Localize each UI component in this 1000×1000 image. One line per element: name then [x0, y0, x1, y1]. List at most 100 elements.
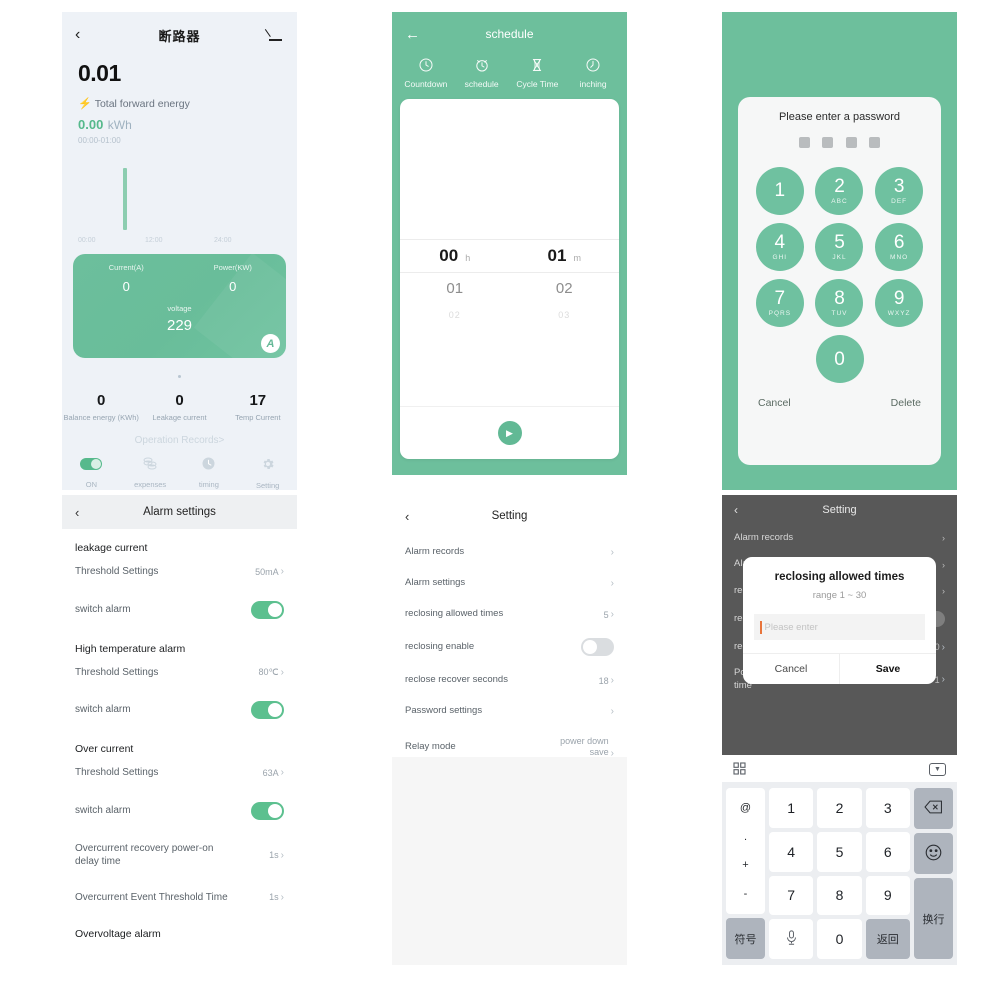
row-label: Relay mode: [405, 740, 456, 752]
tab-label: Setting: [255, 481, 280, 490]
tab-timing[interactable]: timing: [180, 457, 239, 490]
symbol-stack-key[interactable]: @ . + -: [726, 788, 765, 914]
row-leakage-threshold[interactable]: Threshold Settings 50mA ›: [62, 554, 297, 590]
current-value: 0: [122, 279, 130, 294]
picker-selected-row[interactable]: 00 h 01 m: [400, 239, 619, 273]
keypad-row: 7 PQRS 8 TUV 9 WXYZ: [750, 279, 929, 327]
password-dot: [845, 137, 857, 148]
password-dots: [750, 135, 929, 153]
operation-records-link[interactable]: Operation Records>: [62, 435, 297, 446]
tab-inching[interactable]: inching: [565, 58, 621, 89]
live-metrics-card[interactable]: Current(A) 0 Power(KW) 0 voltage 229 A: [73, 254, 286, 358]
tab-schedule[interactable]: schedule: [454, 58, 510, 89]
symbol-minus[interactable]: -: [744, 888, 748, 900]
row-value-wrap: 50mA ›: [255, 566, 284, 577]
key-1[interactable]: 1: [755, 167, 804, 215]
setting-row-reclosing-allowed-times[interactable]: reclosing allowed times 5 ›: [392, 599, 627, 630]
return-key[interactable]: 返回: [865, 919, 910, 959]
row-label: Threshold Settings: [75, 666, 159, 678]
cancel-button[interactable]: Cancel: [743, 654, 839, 684]
emoji-key[interactable]: [914, 833, 953, 874]
tab-label: timing: [198, 480, 219, 489]
setting-row-password-settings[interactable]: Password settings ›: [392, 696, 627, 727]
row-label: Overcurrent recovery power-on delay time: [75, 842, 214, 868]
device-detail-screen: ‹ 断路器 0.01 ⚡ Total forward energy 0.00 k…: [62, 12, 297, 490]
delete-button[interactable]: Delete: [891, 397, 921, 409]
row-overcurrent-threshold[interactable]: Threshold Settings 63A ›: [62, 755, 297, 791]
chevron-right-icon: ›: [280, 666, 284, 678]
key-8[interactable]: 8 TUV: [815, 279, 864, 327]
chevron-right-icon: ›: [610, 577, 614, 589]
key-7[interactable]: 7 PQRS: [755, 279, 804, 327]
space-key[interactable]: [769, 919, 814, 959]
key-4[interactable]: 4: [769, 831, 814, 872]
key-6[interactable]: 6 MNO: [875, 223, 924, 271]
keypad-row: 4 GHI 5 JKL 6 MNO: [750, 223, 929, 271]
setting-row-alarm-settings[interactable]: Alarm settings ›: [392, 568, 627, 599]
row-leakage-switch[interactable]: switch alarm: [62, 590, 297, 630]
dialog-input-wrap[interactable]: Please enter: [754, 614, 925, 640]
row-temp-threshold[interactable]: Threshold Settings 80℃ ›: [62, 655, 297, 691]
picker-next-row[interactable]: 01 02: [400, 273, 619, 303]
cancel-button[interactable]: Cancel: [758, 397, 791, 409]
tab-countdown[interactable]: Countdown: [398, 58, 454, 89]
grid-icon[interactable]: [733, 761, 746, 778]
tab-setting[interactable]: Setting: [238, 457, 297, 490]
key-9[interactable]: 9 WXYZ: [875, 279, 924, 327]
key-5[interactable]: 5: [817, 831, 862, 872]
tab-on[interactable]: ON: [62, 457, 121, 490]
time-picker[interactable]: 00 h 01 m 01 02 02 03: [400, 239, 619, 327]
key-3[interactable]: 3: [865, 788, 910, 828]
tab-label: expenses: [134, 480, 167, 489]
key-9[interactable]: 9: [865, 875, 910, 916]
keypad-actions: Cancel Delete: [750, 391, 929, 409]
chevron-down-box-icon[interactable]: ▼: [929, 763, 946, 776]
keypad-row: 0: [750, 335, 929, 383]
pencil-icon[interactable]: [264, 22, 284, 43]
key-4[interactable]: 4 GHI: [755, 223, 804, 271]
symbol-plus[interactable]: +: [742, 859, 748, 871]
switch-toggle[interactable]: [251, 701, 284, 719]
key-1[interactable]: 1: [769, 788, 814, 828]
setting-screen: ‹ Setting Alarm records › Alarm settings…: [392, 495, 627, 965]
key-2[interactable]: 2 ABC: [815, 167, 864, 215]
tab-cycle-time[interactable]: Cycle Time: [510, 58, 566, 89]
symbol-dot[interactable]: .: [744, 831, 747, 843]
key-7[interactable]: 7: [769, 875, 814, 916]
setting-row-reclose-recover-seconds[interactable]: reclose recover seconds 18 ›: [392, 665, 627, 696]
key-3[interactable]: 3 DEF: [875, 167, 924, 215]
row-temp-switch[interactable]: switch alarm: [62, 690, 297, 730]
row-overcurrent-event-threshold[interactable]: Overcurrent Event Threshold Time 1s ›: [62, 880, 297, 916]
switch-toggle[interactable]: [251, 801, 284, 820]
newline-key[interactable]: 换行: [914, 878, 953, 959]
play-icon[interactable]: ▶: [497, 421, 522, 445]
save-button[interactable]: Save: [839, 654, 936, 684]
lightning-icon: ⚡: [78, 98, 92, 110]
clock-icon: [398, 58, 454, 75]
picker-hour-selected[interactable]: 00 h: [400, 246, 510, 266]
key-8[interactable]: 8: [817, 875, 862, 916]
key-6[interactable]: 6: [865, 831, 910, 872]
setting-row-alarm-records[interactable]: Alarm records ›: [392, 537, 627, 568]
symbol-key[interactable]: 符号: [726, 918, 765, 959]
picker-minute-selected[interactable]: 01 m: [510, 246, 620, 266]
minute-next: 02: [555, 279, 573, 297]
toggle-on-icon[interactable]: [80, 458, 103, 470]
row-value-wrap: ›: [611, 547, 614, 558]
row-overcurrent-switch[interactable]: switch alarm: [62, 791, 297, 831]
row-overcurrent-recovery-delay[interactable]: Overcurrent recovery power-on delay time…: [62, 831, 297, 880]
tab-expenses[interactable]: expenses: [121, 457, 180, 490]
key-0[interactable]: 0: [817, 919, 862, 959]
carousel-dots[interactable]: [62, 365, 297, 383]
picker-next2-row[interactable]: 02 03: [400, 303, 619, 327]
key-0[interactable]: 0: [815, 335, 864, 383]
switch-toggle[interactable]: [581, 638, 614, 657]
key-2[interactable]: 2: [817, 788, 862, 828]
key-5[interactable]: 5 JKL: [815, 223, 864, 271]
setting-row-reclosing-enable[interactable]: reclosing enable: [392, 629, 627, 665]
backspace-key[interactable]: [914, 788, 953, 829]
dim-row-alarm-records[interactable]: Alarm records ›: [722, 525, 957, 551]
row-value: 80℃: [258, 666, 279, 677]
switch-toggle[interactable]: [251, 600, 284, 619]
symbol-at[interactable]: @: [740, 802, 751, 814]
